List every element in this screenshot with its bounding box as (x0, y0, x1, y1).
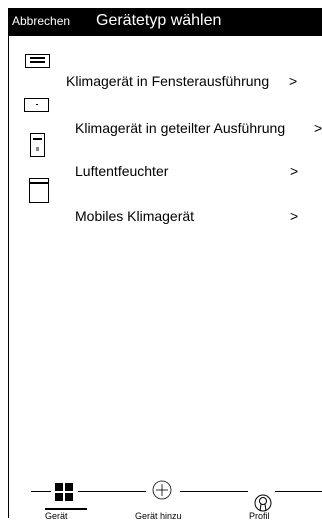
active-tab-indicator (45, 508, 87, 510)
tab-add-device-label: Gerät hinzu (135, 511, 182, 521)
tab-device-label: Gerät (45, 511, 68, 521)
chevron-right-icon[interactable]: > (314, 120, 322, 136)
profile-icon (254, 494, 272, 512)
chevron-right-icon[interactable]: > (290, 163, 298, 179)
split-ac-icon (24, 98, 49, 112)
header-bar: Abbrechen Gerätetyp wählen (8, 8, 322, 36)
tabbar-divider (275, 491, 322, 492)
tabbar-divider (31, 491, 51, 492)
grid-icon (55, 483, 73, 501)
list-item-portable-ac[interactable]: Mobiles Klimagerät (75, 208, 194, 224)
page-title: Gerätetyp wählen (96, 12, 222, 29)
list-item-window-ac[interactable]: Klimagerät in Fensterausführung (66, 73, 269, 89)
tabbar-divider (180, 491, 248, 492)
list-item-dehumidifier[interactable]: Luftentfeuchter (75, 163, 168, 179)
dehumidifier-icon (30, 133, 45, 157)
tabbar-divider (78, 491, 146, 492)
tab-profile-label: Profil (249, 511, 270, 521)
list-item-split-ac[interactable]: Klimagerät in geteilter Ausführung (75, 120, 285, 136)
window-ac-icon (25, 54, 50, 68)
cancel-button[interactable]: Abbrechen (12, 14, 70, 28)
portable-ac-icon (29, 178, 49, 203)
plus-circle-icon (152, 480, 172, 500)
chevron-right-icon[interactable]: > (289, 73, 297, 89)
chevron-right-icon[interactable]: > (290, 208, 298, 224)
